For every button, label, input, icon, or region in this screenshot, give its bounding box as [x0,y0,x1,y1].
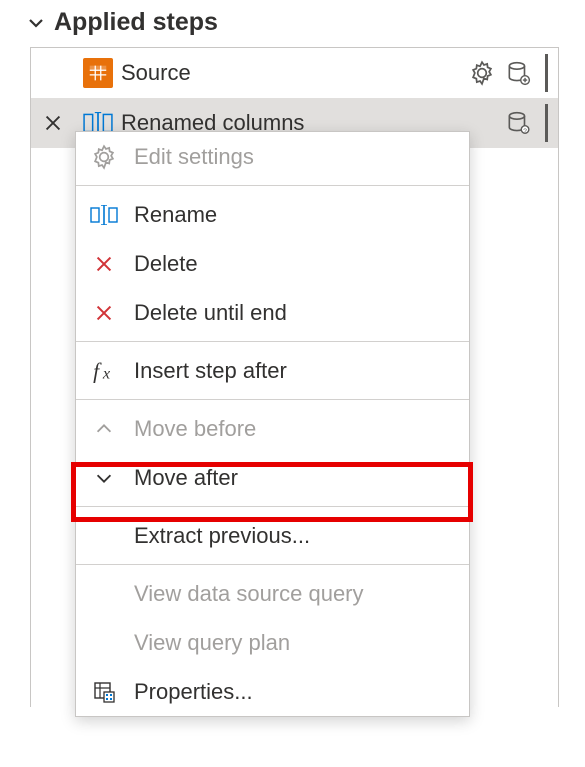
properties-icon [90,678,118,706]
scrollbar-thumb[interactable] [545,104,548,142]
applied-steps-header[interactable]: Applied steps [0,0,585,47]
menu-delete[interactable]: Delete [76,239,469,288]
menu-view-query-plan: View query plan [76,618,469,667]
menu-item-label: Rename [134,202,217,228]
menu-item-label: Move before [134,416,256,442]
database-icon[interactable] [505,60,531,86]
step-context-menu: Edit settings Rename Delete Delete until… [75,131,470,717]
chevron-down-icon [90,464,118,492]
applied-steps-title: Applied steps [54,8,218,37]
menu-separator [76,399,469,400]
step-label: Source [121,60,461,86]
menu-rename[interactable]: Rename [76,190,469,239]
delete-icon [90,250,118,278]
menu-item-label: Move after [134,465,238,491]
menu-item-label: Delete [134,251,198,277]
rename-icon [90,201,118,229]
menu-view-data-source-query: View data source query [76,569,469,618]
table-icon [83,58,113,88]
svg-text:?: ? [523,128,527,135]
delete-icon [90,299,118,327]
menu-item-label: Delete until end [134,300,287,326]
menu-item-label: View query plan [134,630,290,656]
menu-item-label: Properties... [134,679,253,705]
blank-icon [90,629,118,657]
blank-icon [90,580,118,608]
svg-text:x: x [102,364,111,382]
menu-properties[interactable]: Properties... [76,667,469,716]
menu-insert-step-after[interactable]: f x Insert step after [76,346,469,395]
menu-item-label: View data source query [134,581,364,607]
menu-separator [76,185,469,186]
gear-icon[interactable] [469,60,495,86]
scrollbar-thumb[interactable] [545,54,548,92]
menu-separator [76,564,469,565]
menu-move-before: Move before [76,404,469,453]
menu-extract-previous[interactable]: Extract previous... [76,511,469,560]
database-query-icon[interactable]: ? [505,110,531,136]
menu-separator [76,341,469,342]
menu-move-after[interactable]: Move after [76,453,469,502]
chevron-up-icon [90,415,118,443]
delete-step-icon[interactable] [31,112,75,134]
menu-item-label: Extract previous... [134,523,310,549]
menu-separator [76,506,469,507]
menu-item-label: Edit settings [134,144,254,170]
chevron-down-icon [28,15,44,31]
fx-icon: f x [90,357,118,385]
menu-item-label: Insert step after [134,358,287,384]
menu-delete-until-end[interactable]: Delete until end [76,288,469,337]
menu-edit-settings: Edit settings [76,132,469,181]
svg-text:f: f [93,359,102,383]
gear-icon [90,143,118,171]
blank-icon [90,522,118,550]
step-row[interactable]: Source [31,48,558,98]
